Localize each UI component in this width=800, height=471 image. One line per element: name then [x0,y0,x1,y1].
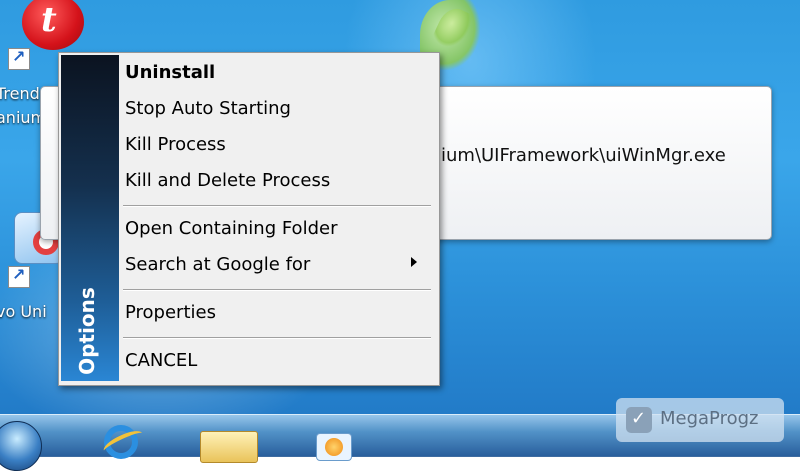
menu-item-kill-process[interactable]: Kill Process [125,133,226,157]
menu-item-uninstall[interactable]: Uninstall [125,61,215,85]
media-player-icon[interactable] [316,433,352,461]
shortcut-arrow-icon [8,47,30,70]
menu-item-cancel[interactable]: CANCEL [125,349,197,373]
options-context-menu: Options Uninstall Stop Auto Starting Kil… [58,52,440,386]
menu-item-search-google[interactable]: Search at Google for [125,253,310,277]
menu-item-kill-and-delete-process[interactable]: Kill and Delete Process [125,169,330,193]
megaprogz-logo-icon [626,407,652,433]
trend-micro-logo-icon: t [22,0,84,50]
menu-separator [123,289,431,291]
internet-explorer-icon[interactable] [104,425,138,459]
submenu-arrow-icon [411,257,417,267]
watermark-text: MegaProgz [660,408,759,429]
menu-separator [123,337,431,339]
desktop-background: t Trend anium vo Uni ium\UIFramework\uiW… [0,0,800,471]
desktop-icon-label: vo Uni [0,302,47,321]
menu-item-properties[interactable]: Properties [125,301,216,325]
start-orb-icon[interactable] [0,421,42,471]
shortcut-arrow-icon [8,265,30,288]
menu-separator [123,205,431,207]
file-path-text: ium\UIFramework\uiWinMgr.exe [441,145,726,166]
watermark: MegaProgz [616,398,784,442]
menu-item-open-containing-folder[interactable]: Open Containing Folder [125,217,337,241]
menu-side-banner: Options [61,55,119,381]
menu-banner-label: Options [75,287,99,375]
menu-item-stop-auto-starting[interactable]: Stop Auto Starting [125,97,291,121]
desktop-icon-label: Trend [0,84,40,103]
file-explorer-folder-icon[interactable] [200,431,258,463]
